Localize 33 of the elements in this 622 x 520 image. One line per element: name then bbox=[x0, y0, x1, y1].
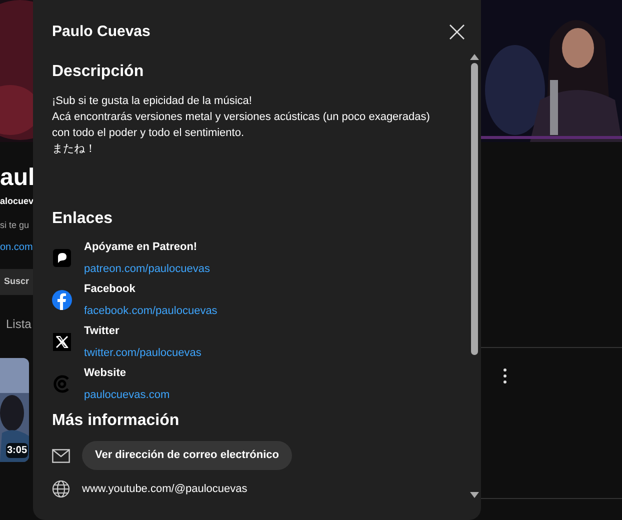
link-url[interactable]: twitter.com/paulocuevas bbox=[84, 344, 202, 361]
link-url[interactable]: facebook.com/paulocuevas bbox=[84, 302, 218, 319]
more-options-icon[interactable] bbox=[503, 368, 507, 384]
dialog-title: Paulo Cuevas bbox=[52, 22, 150, 42]
channel-title: aul bbox=[0, 164, 33, 192]
channel-url: www.youtube.com/@paulocuevas bbox=[82, 482, 248, 497]
link-title: Website bbox=[84, 366, 127, 381]
subscribe-button[interactable]: Suscr bbox=[0, 269, 33, 295]
patreon-icon bbox=[53, 249, 71, 267]
link-url[interactable]: patreon.com/paulocuevas bbox=[84, 260, 210, 277]
video-duration: 3:05 bbox=[6, 443, 28, 458]
mail-icon bbox=[52, 448, 70, 462]
section-heading: Descripción bbox=[52, 62, 145, 82]
section-heading: Más información bbox=[52, 411, 180, 431]
x-logo-icon bbox=[53, 333, 71, 351]
link-title: Apóyame en Patreon! bbox=[84, 240, 198, 255]
scroll-up-icon[interactable] bbox=[470, 54, 478, 60]
section-heading: Enlaces bbox=[52, 209, 114, 229]
channel-link[interactable]: on.com bbox=[0, 240, 33, 255]
channel-description: si te gu bbox=[0, 218, 30, 232]
globe-icon bbox=[52, 480, 70, 498]
tab[interactable]: Lista bbox=[0, 315, 33, 333]
description-text: ¡Sub si te gusta la epicidad de la música! Acá encontrarás versiones metal y versiones acústicas (un poco exageradas) con todo el poder y todo el sentimiento. またね！ bbox=[52, 94, 431, 157]
channel-handle: alocuev bbox=[0, 195, 33, 208]
facebook-icon bbox=[52, 290, 72, 310]
link-url[interactable]: paulocuevas.com bbox=[84, 386, 170, 403]
email-button[interactable]: Ver dirección de correo electrónico bbox=[82, 441, 292, 470]
website-icon bbox=[53, 375, 71, 393]
scrollbar-thumb[interactable] bbox=[470, 63, 478, 355]
link-title: Twitter bbox=[84, 324, 120, 339]
link-title: Facebook bbox=[84, 282, 136, 297]
close-icon[interactable] bbox=[449, 24, 465, 40]
scroll-down-icon[interactable] bbox=[470, 492, 478, 498]
